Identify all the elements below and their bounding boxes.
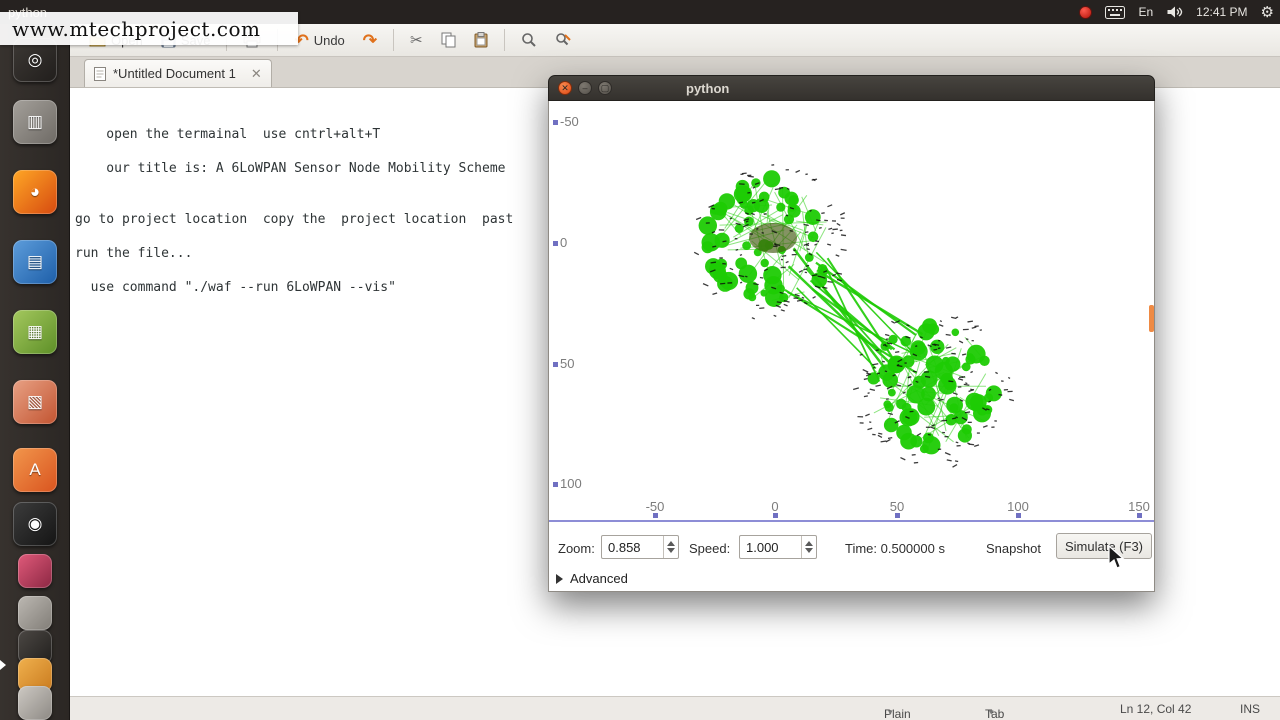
watermark-overlay: www.mtechproject.com bbox=[0, 12, 298, 45]
launcher-item-trash[interactable] bbox=[18, 686, 52, 720]
y-axis-tick-label: 50 bbox=[560, 356, 575, 371]
zoom-spinbox[interactable]: 0.858 bbox=[601, 535, 679, 559]
input-language-indicator[interactable]: En bbox=[1138, 5, 1153, 19]
x-axis-tick-mark bbox=[895, 513, 900, 518]
launcher-item-libreoffice-calc[interactable]: ▦ bbox=[13, 310, 57, 354]
expander-triangle-icon bbox=[556, 573, 563, 584]
scroll-indicator[interactable] bbox=[1149, 305, 1154, 332]
y-axis-tick-mark bbox=[553, 241, 558, 246]
y-axis-tick-label: 100 bbox=[560, 476, 582, 491]
cut-button[interactable]: ✂ bbox=[403, 30, 430, 51]
maximize-button[interactable]: ▢ bbox=[598, 81, 612, 95]
redo-button[interactable]: ↷ bbox=[356, 29, 384, 52]
launcher-item-app-media[interactable] bbox=[18, 554, 52, 588]
tab-title: *Untitled Document 1 bbox=[113, 66, 236, 81]
toolbar-separator bbox=[393, 29, 395, 51]
chevron-down-icon: ▾ bbox=[989, 707, 994, 717]
spin-down-icon[interactable] bbox=[667, 548, 675, 553]
copy-button[interactable] bbox=[434, 29, 463, 51]
desktop: Open Save ↶ Undo ↷ ✂ bbox=[0, 0, 1280, 720]
zoom-label: Zoom: bbox=[558, 541, 595, 556]
tab-close-icon[interactable]: ✕ bbox=[251, 66, 262, 82]
keyboard-icon[interactable] bbox=[1105, 5, 1126, 19]
pyviz-title-bar[interactable]: ✕ – ▢ python bbox=[548, 75, 1155, 101]
speed-spinbox[interactable]: 1.000 bbox=[739, 535, 817, 559]
paste-icon bbox=[474, 32, 488, 48]
undo-label: Undo bbox=[313, 32, 345, 48]
spin-up-icon[interactable] bbox=[667, 541, 675, 546]
spinner-arrows[interactable] bbox=[801, 536, 816, 558]
mouse-cursor-icon bbox=[1108, 545, 1125, 569]
pyviz-content: -50 0 50 100 -50 0 50 100 150 Zoom: 0.858 Speed:… bbox=[548, 101, 1155, 592]
spinner-arrows[interactable] bbox=[663, 536, 678, 558]
spin-up-icon[interactable] bbox=[805, 541, 813, 546]
close-button[interactable]: ✕ bbox=[558, 81, 572, 95]
x-axis-tick-label: 0 bbox=[771, 499, 779, 514]
x-axis-tick-mark bbox=[773, 513, 778, 518]
snapshot-button[interactable]: Snapshot bbox=[986, 541, 1041, 556]
launcher-item-libreoffice-writer[interactable]: ▤ bbox=[13, 240, 57, 284]
speed-value: 1.000 bbox=[746, 539, 779, 555]
network-svg bbox=[693, 164, 1015, 468]
watermark-text: www.mtechproject.com bbox=[12, 16, 261, 41]
launcher-item-ubuntu-software[interactable]: A bbox=[13, 448, 57, 492]
launcher-item-archive-gray[interactable] bbox=[18, 596, 52, 630]
advanced-expander[interactable]: Advanced bbox=[556, 571, 628, 586]
y-axis-tick-mark bbox=[553, 482, 558, 487]
paste-button[interactable] bbox=[467, 29, 495, 51]
time-display: Time: 0.500000 s bbox=[845, 541, 945, 556]
launcher-active-arrow-icon bbox=[0, 660, 6, 670]
volume-icon[interactable] bbox=[1166, 5, 1183, 19]
scissors-icon: ✂ bbox=[410, 31, 423, 49]
y-axis-tick-label: -50 bbox=[560, 114, 579, 129]
toolbar-separator bbox=[503, 29, 505, 51]
x-axis-tick-label: -50 bbox=[645, 499, 665, 514]
clock[interactable]: 12:41 PM bbox=[1196, 5, 1247, 19]
speed-label: Speed: bbox=[689, 541, 731, 556]
replace-button[interactable] bbox=[548, 29, 578, 51]
find-button[interactable] bbox=[514, 29, 544, 51]
x-axis-tick-mark bbox=[1137, 513, 1142, 518]
x-axis-tick-mark bbox=[1016, 513, 1021, 518]
search-replace-icon bbox=[555, 33, 571, 46]
system-tray: En 12:41 PM ⚙ bbox=[1079, 0, 1274, 24]
y-axis-tick-mark bbox=[553, 120, 558, 125]
search-icon bbox=[521, 33, 536, 47]
copy-icon bbox=[441, 32, 456, 48]
simulate-button[interactable]: Simulate (F3) bbox=[1056, 533, 1152, 559]
plot-area[interactable]: -50 0 50 100 -50 0 50 100 150 bbox=[549, 101, 1154, 520]
record-indicator-icon[interactable] bbox=[1079, 5, 1093, 19]
y-axis-tick-mark bbox=[553, 362, 558, 367]
zoom-value: 0.858 bbox=[608, 539, 641, 555]
y-axis-tick-label: 0 bbox=[560, 235, 568, 250]
tab-untitled-document[interactable]: *Untitled Document 1 ✕ bbox=[84, 59, 272, 87]
launcher: ◎ ▥ ◕ ▤ ▦ ▧ A ◉ bbox=[0, 24, 70, 720]
launcher-item-firefox[interactable]: ◕ bbox=[13, 170, 57, 214]
plot-bottom-rule bbox=[549, 520, 1154, 522]
insert-mode-indicator: INS bbox=[1240, 702, 1261, 716]
x-axis-tick-label: 50 bbox=[889, 499, 905, 514]
redo-icon: ↷ bbox=[362, 30, 378, 50]
gedit-status-bar: Plain Text▾ Tab Width: 8▾ Ln 12, Col 42 … bbox=[70, 696, 1280, 720]
spin-down-icon[interactable] bbox=[805, 548, 813, 553]
advanced-label: Advanced bbox=[570, 571, 628, 586]
x-axis-tick-mark bbox=[653, 513, 658, 518]
x-axis-tick-label: 100 bbox=[1007, 499, 1029, 514]
minimize-button[interactable]: – bbox=[578, 81, 592, 95]
launcher-item-app-globe[interactable]: ◉ bbox=[13, 502, 57, 546]
chevron-down-icon: ▾ bbox=[888, 707, 893, 717]
x-axis-tick-label: 150 bbox=[1128, 499, 1150, 514]
window-title: python bbox=[686, 80, 730, 96]
pyviz-window: ✕ – ▢ python -50 0 50 100 -50 0 50 100 150 Zoom:… bbox=[548, 75, 1155, 592]
editor-text: open the termainal use cntrl+alt+T our t… bbox=[75, 127, 514, 295]
gear-icon[interactable]: ⚙ bbox=[1261, 5, 1274, 20]
launcher-item-files[interactable]: ▥ bbox=[13, 100, 57, 144]
cursor-position: Ln 12, Col 42 bbox=[1120, 702, 1192, 716]
document-icon bbox=[94, 66, 106, 81]
launcher-item-libreoffice-impress[interactable]: ▧ bbox=[13, 380, 57, 424]
